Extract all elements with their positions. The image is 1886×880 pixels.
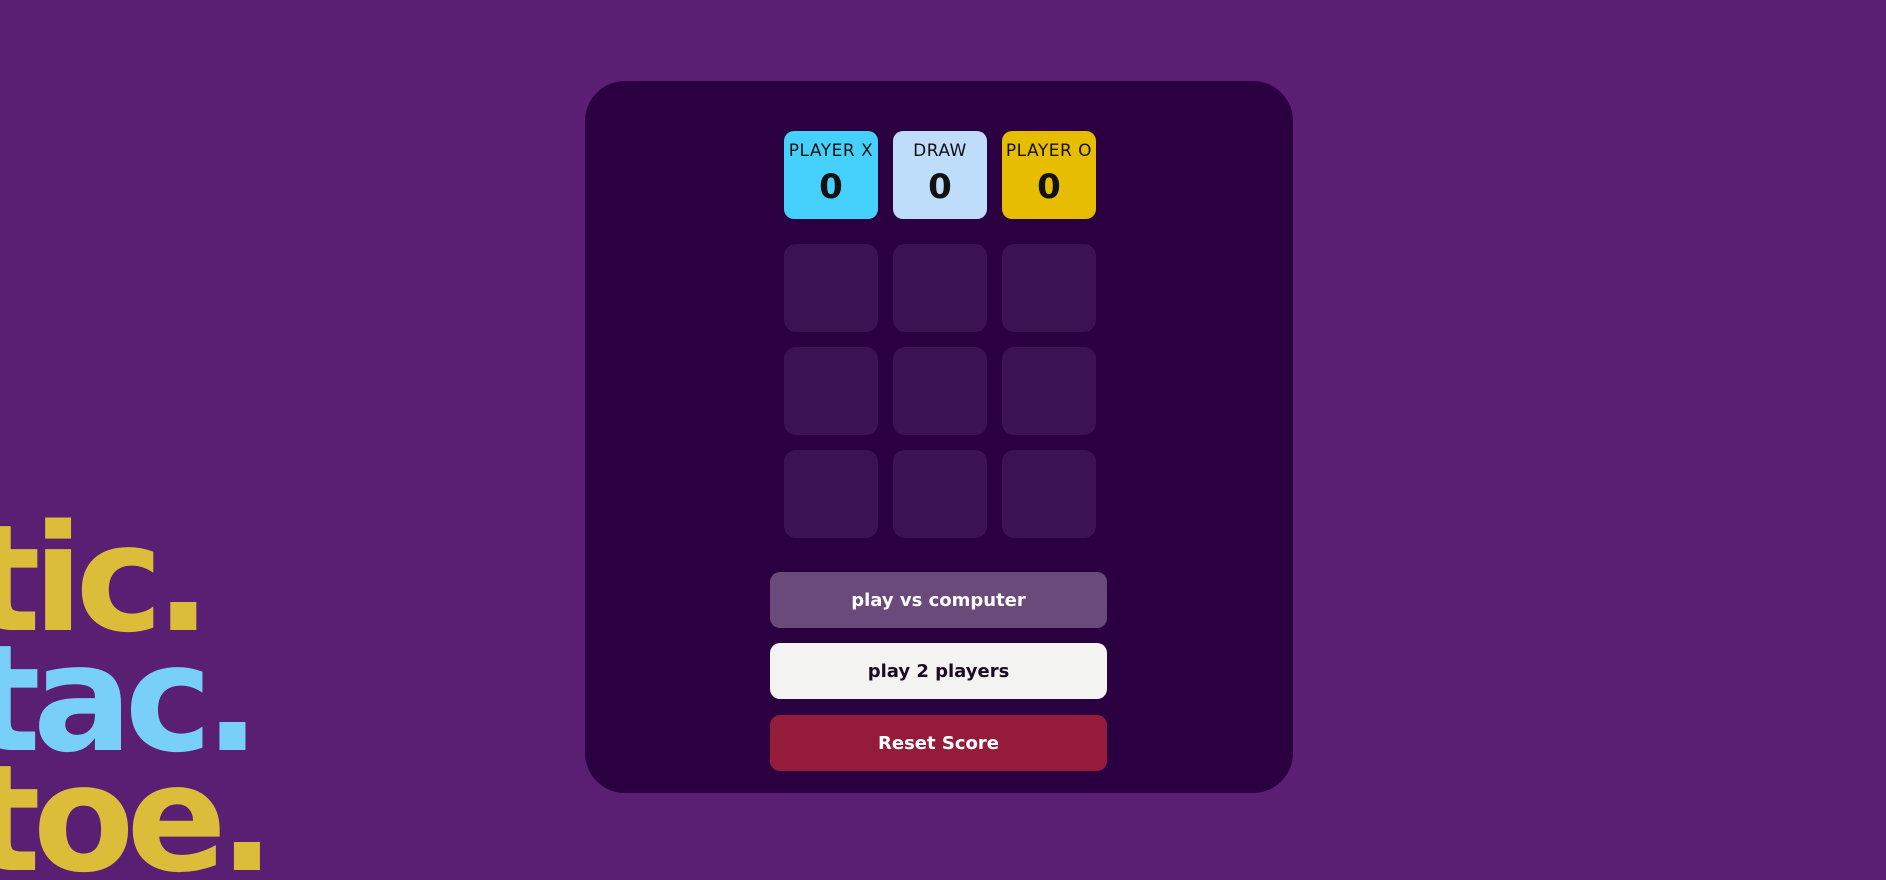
board-cell-3[interactable] <box>1002 244 1096 332</box>
board-cell-7[interactable] <box>784 450 878 538</box>
score-value-draw: 0 <box>928 167 952 207</box>
score-value-player-o: 0 <box>1037 167 1061 207</box>
score-label-player-o: PLAYER O <box>1005 141 1093 161</box>
board-cell-9[interactable] <box>1002 450 1096 538</box>
logo-toe-text: toe. <box>0 733 275 880</box>
board-cell-1[interactable] <box>784 244 878 332</box>
score-value-player-x: 0 <box>819 167 843 207</box>
reset-score-button[interactable]: Reset Score <box>770 715 1107 771</box>
board-cell-2[interactable] <box>893 244 987 332</box>
score-card-player-o: PLAYER O 0 <box>1002 131 1096 219</box>
game-panel: PLAYER X 0 DRAW 0 PLAYER O 0 play vs com… <box>585 81 1293 793</box>
score-label-player-x: PLAYER X <box>788 141 874 161</box>
board-cell-5[interactable] <box>893 347 987 435</box>
score-label-draw: DRAW <box>913 141 967 161</box>
board-cell-8[interactable] <box>893 450 987 538</box>
score-card-player-x: PLAYER X 0 <box>784 131 878 219</box>
page: tic. tac. toe. PLAYER X 0 DRAW 0 PLAYER … <box>0 0 1886 880</box>
board-cell-4[interactable] <box>784 347 878 435</box>
score-card-draw: DRAW 0 <box>893 131 987 219</box>
play-two-players-button[interactable]: play 2 players <box>770 643 1107 699</box>
board-cell-6[interactable] <box>1002 347 1096 435</box>
play-vs-computer-button[interactable]: play vs computer <box>770 572 1107 628</box>
